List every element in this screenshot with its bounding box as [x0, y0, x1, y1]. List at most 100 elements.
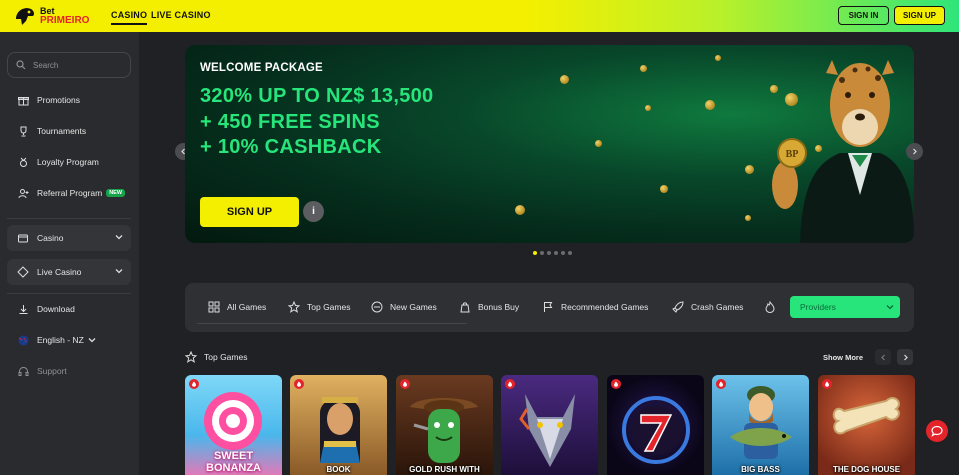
coin-decoration: [515, 205, 525, 215]
coin-decoration: [705, 100, 715, 110]
user-plus-icon: [17, 187, 29, 199]
game-tile-dog-house[interactable]: THE DOG HOUSE: [818, 375, 915, 475]
category-label: New Games: [390, 301, 437, 312]
hot-badge-icon: [822, 379, 832, 389]
show-more-link[interactable]: Show More: [823, 353, 863, 362]
sidebar-item-loyalty[interactable]: Loyalty Program: [17, 156, 99, 168]
live-icon: [17, 266, 29, 278]
game-category-bar: All Games Top Games New Games Bonus Buy …: [185, 283, 914, 332]
logo-line-2: PRIMEIRO: [40, 15, 90, 26]
providers-select[interactable]: Providers: [790, 296, 900, 318]
sign-in-button[interactable]: SIGN IN: [838, 6, 889, 25]
live-chat-button[interactable]: [926, 420, 948, 442]
games-prev-button[interactable]: [875, 349, 891, 365]
sidebar-item-download[interactable]: Download: [17, 303, 75, 315]
tab-crash-games[interactable]: Crash Games: [671, 300, 743, 313]
leopard-mascot-image: BP: [772, 60, 914, 243]
language-selector[interactable]: English - NZ: [17, 334, 96, 346]
providers-label: Providers: [800, 302, 836, 312]
game-tile-lucky-seven[interactable]: [607, 375, 704, 475]
sidebar-item-label: Loyalty Program: [37, 157, 99, 167]
sidebar-section-live-casino[interactable]: Live Casino: [7, 259, 131, 285]
tab-recommended-games[interactable]: Recommended Games: [541, 300, 648, 313]
banner-next-button[interactable]: [906, 143, 923, 160]
sidebar-divider: [7, 293, 131, 294]
pagination-dot[interactable]: [554, 251, 558, 255]
game-title: BOOK: [326, 465, 351, 474]
promo-banner[interactable]: BP WELCOME PACKAGE 320% UP TO NZ$ 13,500…: [185, 45, 914, 243]
chevron-left-icon: [880, 354, 885, 360]
coin-decoration: [645, 105, 651, 111]
sidebar-item-label: Download: [37, 304, 75, 314]
tab-bonus-buy[interactable]: Bonus Buy: [458, 300, 519, 313]
pagination-dot[interactable]: [568, 251, 572, 255]
pagination-dot[interactable]: [561, 251, 565, 255]
logo-text: Bet PRIMEIRO: [40, 7, 90, 26]
new-badge: NEW: [106, 189, 126, 197]
coin-decoration: [660, 185, 668, 193]
sidebar-item-tournaments[interactable]: Tournaments: [17, 125, 86, 137]
info-button[interactable]: i: [303, 201, 324, 222]
new-icon: [370, 300, 383, 313]
headset-icon: [17, 365, 29, 377]
medal-icon: [17, 156, 29, 168]
casino-icon: [18, 234, 28, 243]
sidebar-item-label: Promotions: [37, 95, 80, 105]
coin-decoration: [745, 215, 751, 221]
banner-offer-line-3: + 10% CASHBACK: [200, 136, 382, 158]
pagination-dot[interactable]: [547, 251, 551, 255]
category-label: Bonus Buy: [478, 301, 520, 312]
games-next-button[interactable]: [897, 349, 913, 365]
rocket-icon: [671, 300, 684, 313]
category-label: Recommended Games: [561, 301, 649, 312]
banner-pagination: [533, 251, 572, 255]
game-title: BIG BASS: [741, 465, 780, 474]
coin-decoration: [745, 165, 754, 174]
pagination-dot[interactable]: [533, 251, 537, 255]
banner-offer-line-1: 320% UP TO NZ$ 13,500: [200, 85, 434, 107]
bag-icon: [458, 300, 471, 313]
sidebar-item-label: Support: [37, 366, 67, 376]
chevron-down-icon: [115, 235, 123, 240]
banner-sign-up-button[interactable]: SIGN UP: [200, 197, 299, 227]
hot-badge-icon: [294, 379, 304, 389]
sidebar-item-promotions[interactable]: Promotions: [17, 94, 80, 106]
coin-decoration: [560, 75, 569, 84]
top-header: Bet PRIMEIRO CASINO LIVE CASINO SIGN IN …: [0, 0, 959, 32]
language-label: English - NZ: [37, 335, 84, 345]
search-input[interactable]: Search: [7, 52, 131, 78]
sidebar-divider: [7, 218, 131, 219]
gift-icon: [17, 94, 29, 106]
fisherman-image: [730, 386, 792, 459]
banner-title: WELCOME PACKAGE: [200, 62, 323, 74]
game-title: SWEET BONANZA: [206, 450, 261, 474]
wolf-image: [519, 394, 575, 467]
sidebar-item-support[interactable]: Support: [17, 365, 67, 377]
category-label: Top Games: [307, 301, 351, 312]
sidebar-item-referral[interactable]: Referral Program NEW: [17, 187, 126, 199]
sign-up-button[interactable]: SIGN UP: [894, 6, 945, 25]
pagination-dot[interactable]: [540, 251, 544, 255]
star-icon: [287, 300, 300, 313]
flag-icon: [541, 300, 554, 313]
nav-live-casino[interactable]: LIVE CASINO: [151, 10, 211, 20]
game-tile-book[interactable]: BOOK: [290, 375, 387, 475]
star-icon: [185, 351, 197, 363]
grid-icon: [207, 300, 220, 313]
brand-logo[interactable]: Bet PRIMEIRO: [14, 5, 89, 27]
game-tile-big-bass[interactable]: BIG BASS: [712, 375, 809, 475]
game-tile-gold-rush[interactable]: GOLD RUSH WITH: [396, 375, 493, 475]
tab-hot-games[interactable]: [763, 300, 783, 313]
lollipop-icon: [204, 392, 262, 450]
category-underline: [197, 323, 467, 324]
banner-offer-line-2: + 450 FREE SPINS: [200, 111, 380, 133]
tab-top-games[interactable]: Top Games: [287, 300, 350, 313]
sidebar-section-casino[interactable]: Casino: [7, 225, 131, 251]
tab-new-games[interactable]: New Games: [370, 300, 437, 313]
tab-all-games[interactable]: All Games: [207, 300, 266, 313]
nav-casino[interactable]: CASINO: [111, 10, 148, 25]
game-tile-sweet-bonanza[interactable]: SWEET BONANZA: [185, 375, 282, 475]
coin-decoration: [715, 55, 721, 61]
seven-icon: [622, 396, 690, 464]
game-tile-wolf[interactable]: [501, 375, 598, 475]
